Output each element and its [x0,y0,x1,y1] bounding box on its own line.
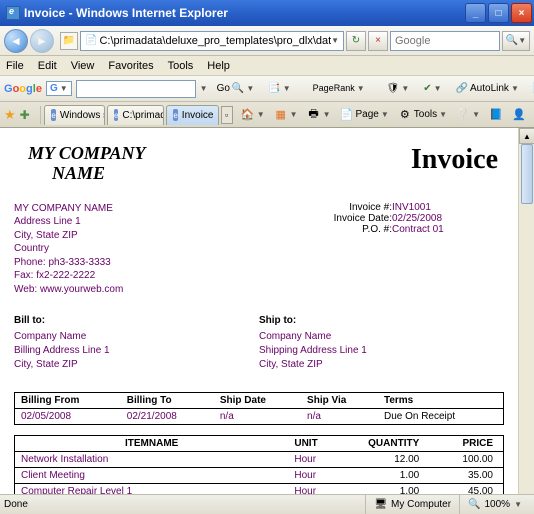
ie-icon [6,6,20,20]
zoom-icon: 🔍 [468,499,480,510]
popup-blocker-button[interactable]: 🛡▼ [382,80,415,97]
pagerank-button[interactable]: PageRank▼ [308,81,370,95]
google-search-dropdown-icon[interactable]: ▼ [200,84,208,93]
scroll-up-button[interactable]: ▲ [519,128,534,144]
table-row: Client MeetingHour1.0035.00 [15,468,504,484]
vertical-scrollbar[interactable]: ▲ ▼ [518,128,534,514]
window-title: Invoice - Windows Internet Explorer [24,6,465,20]
maximize-button[interactable]: □ [488,3,509,23]
tab-bar: ★ ✚ eWindows s... eC:\primad... eInvoice… [0,102,534,128]
menu-help[interactable]: Help [207,60,230,72]
print-icon: 🖶 [307,108,321,122]
tools-icon: ⚙ [398,108,412,122]
google-search-input[interactable] [76,80,196,98]
tab-primad[interactable]: eC:\primad... [107,105,164,125]
zoom-cell[interactable]: 🔍 100% ▼ [459,495,530,514]
home-button[interactable]: 🏠▼ [237,105,269,125]
menu-tools[interactable]: Tools [168,60,194,72]
address-bar[interactable]: 📄 ▼ [80,31,344,51]
table-row: Network InstallationHour12.00100.00 [15,452,504,468]
bill-to: Bill to: Company Name Billing Address Li… [14,314,259,372]
messenger-icon: 👤 [512,108,526,122]
url-dropdown-icon[interactable]: ▼ [331,36,339,45]
invoice-document: MY COMPANY NAME Invoice MY COMPANY NAME … [0,128,534,514]
home-icon: 🏠 [241,108,255,122]
status-text: Done [4,499,28,510]
help-button[interactable]: ❔▼ [452,105,484,125]
stop-button[interactable]: × [368,31,388,51]
feeds-button[interactable]: ▦▼ [270,105,302,125]
table-row: 02/05/2008 02/21/2008 n/a n/a Due On Rec… [15,409,504,425]
close-button[interactable]: × [511,3,532,23]
print-button[interactable]: 🖶▼ [303,105,335,125]
search-input[interactable] [395,35,495,47]
menu-file[interactable]: File [6,60,24,72]
search-button[interactable]: 🔍▼ [502,31,530,51]
tab-icon: e [51,109,55,121]
folder-icon: 📁 [60,32,78,50]
book-icon: 📘 [489,108,503,122]
rss-icon: ▦ [274,108,288,122]
nav-toolbar: ◄ ► 📁 📄 ▼ ↻ × 🔍▼ [0,26,534,56]
page-icon: 📄 [85,35,97,46]
search-box[interactable] [390,31,500,51]
shipping-table: Billing From Billing To Ship Date Ship V… [14,392,504,425]
menu-edit[interactable]: Edit [38,60,57,72]
tab-windows[interactable]: eWindows s... [44,105,105,125]
autofill-button[interactable]: 📝 [528,80,534,97]
menu-favorites[interactable]: Favorites [108,60,153,72]
favorites-icon[interactable]: ★ [4,107,16,123]
tab-invoice[interactable]: eInvoice× [166,105,218,125]
forward-button[interactable]: ► [30,29,54,53]
page-icon: 📄 [340,108,354,122]
autolink-button[interactable]: 🔗AutoLink▼ [451,80,524,97]
menu-view[interactable]: View [71,60,95,72]
messenger-button[interactable]: 👤 [508,105,530,125]
menu-bar: File Edit View Favorites Tools Help [0,56,534,76]
url-input[interactable] [99,35,331,47]
ship-to: Ship to: Company Name Shipping Address L… [259,314,504,372]
invoice-meta: Invoice #:INV1001 Invoice Date:02/25/200… [304,202,504,297]
status-bar: Done 🖥 My Computer 🔍 100% ▼ [0,494,534,514]
company-name: MY COMPANY NAME [14,144,146,184]
new-tab-button[interactable]: ▫ [221,106,233,124]
zone-cell: 🖥 My Computer [365,495,459,514]
bookmark-button[interactable]: 📑▼ [263,80,295,97]
minimize-button[interactable]: _ [465,3,486,23]
back-button[interactable]: ◄ [4,29,28,53]
scroll-thumb[interactable] [521,144,533,204]
help-icon: ❔ [456,108,470,122]
spellcheck-button[interactable]: ✔▼ [418,80,446,97]
tab-icon: e [173,109,177,121]
refresh-button[interactable]: ↻ [346,31,366,51]
page-button[interactable]: 📄Page▼ [336,105,393,125]
add-favorite-icon[interactable]: ✚ [20,108,30,122]
computer-icon: 🖥 [374,499,387,510]
go-button[interactable]: Go 🔍▼ [212,80,260,97]
tab-icon: e [114,109,118,121]
tools-button[interactable]: ⚙Tools▼ [394,105,451,125]
google-toolbar: Google G▼ ▼ Go 🔍▼ 📑▼ PageRank▼ 🛡▼ ✔▼ 🔗Au… [0,76,534,102]
invoice-title: Invoice [411,144,504,184]
window-titlebar: Invoice - Windows Internet Explorer _ □ … [0,0,534,26]
company-address: MY COMPANY NAME Address Line 1 City, Sta… [14,202,304,297]
google-logo: Google [4,83,42,95]
google-brand-button[interactable]: G▼ [46,81,72,96]
research-button[interactable]: 📘 [485,105,507,125]
content-area: MY COMPANY NAME Invoice MY COMPANY NAME … [0,128,534,514]
chevron-down-icon: ▼ [514,500,522,509]
